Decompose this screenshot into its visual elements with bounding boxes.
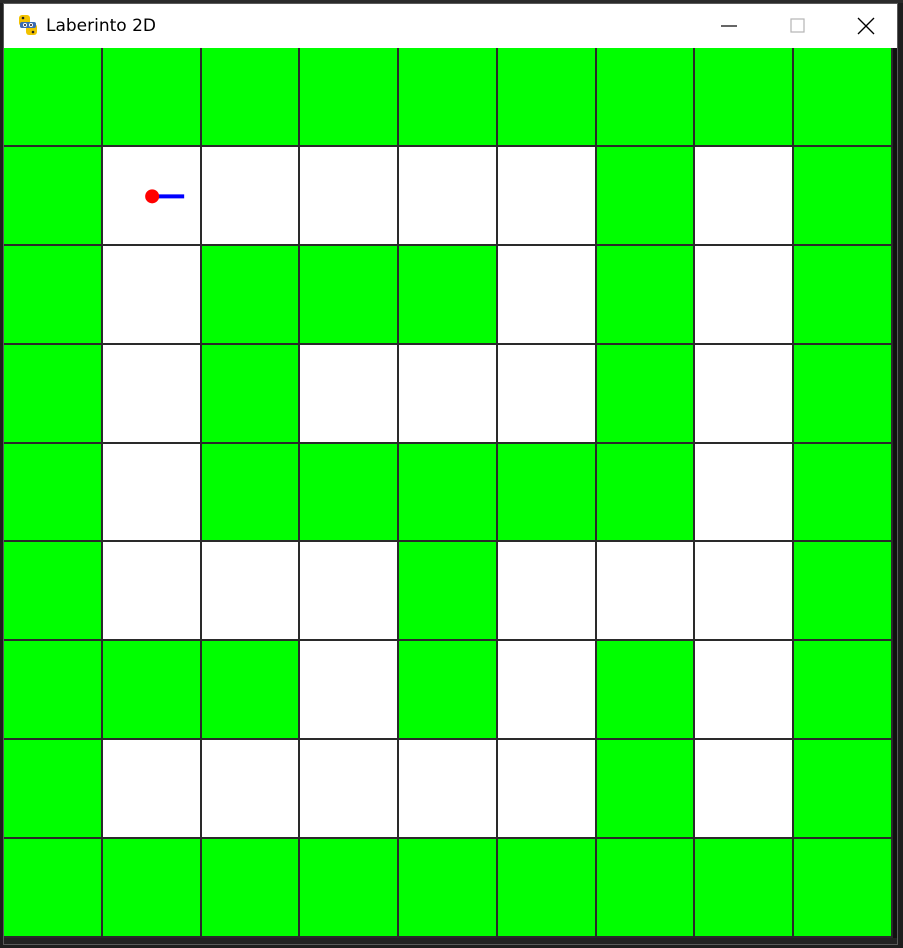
close-icon <box>857 17 875 35</box>
player-marker <box>145 189 185 204</box>
close-button[interactable] <box>834 4 898 48</box>
minimize-icon <box>721 25 737 27</box>
maximize-button[interactable] <box>766 4 830 48</box>
game-window: Laberinto 2D <box>3 3 898 945</box>
window-bottom-edge <box>4 938 897 944</box>
maze-board <box>4 48 893 938</box>
maximize-icon <box>790 18 805 33</box>
window-title: Laberinto 2D <box>46 16 157 36</box>
player-body <box>145 189 160 204</box>
title-bar[interactable]: Laberinto 2D <box>4 4 897 48</box>
window-edge <box>893 48 897 944</box>
python-logo-icon <box>19 15 37 35</box>
minimize-button[interactable] <box>697 4 761 48</box>
